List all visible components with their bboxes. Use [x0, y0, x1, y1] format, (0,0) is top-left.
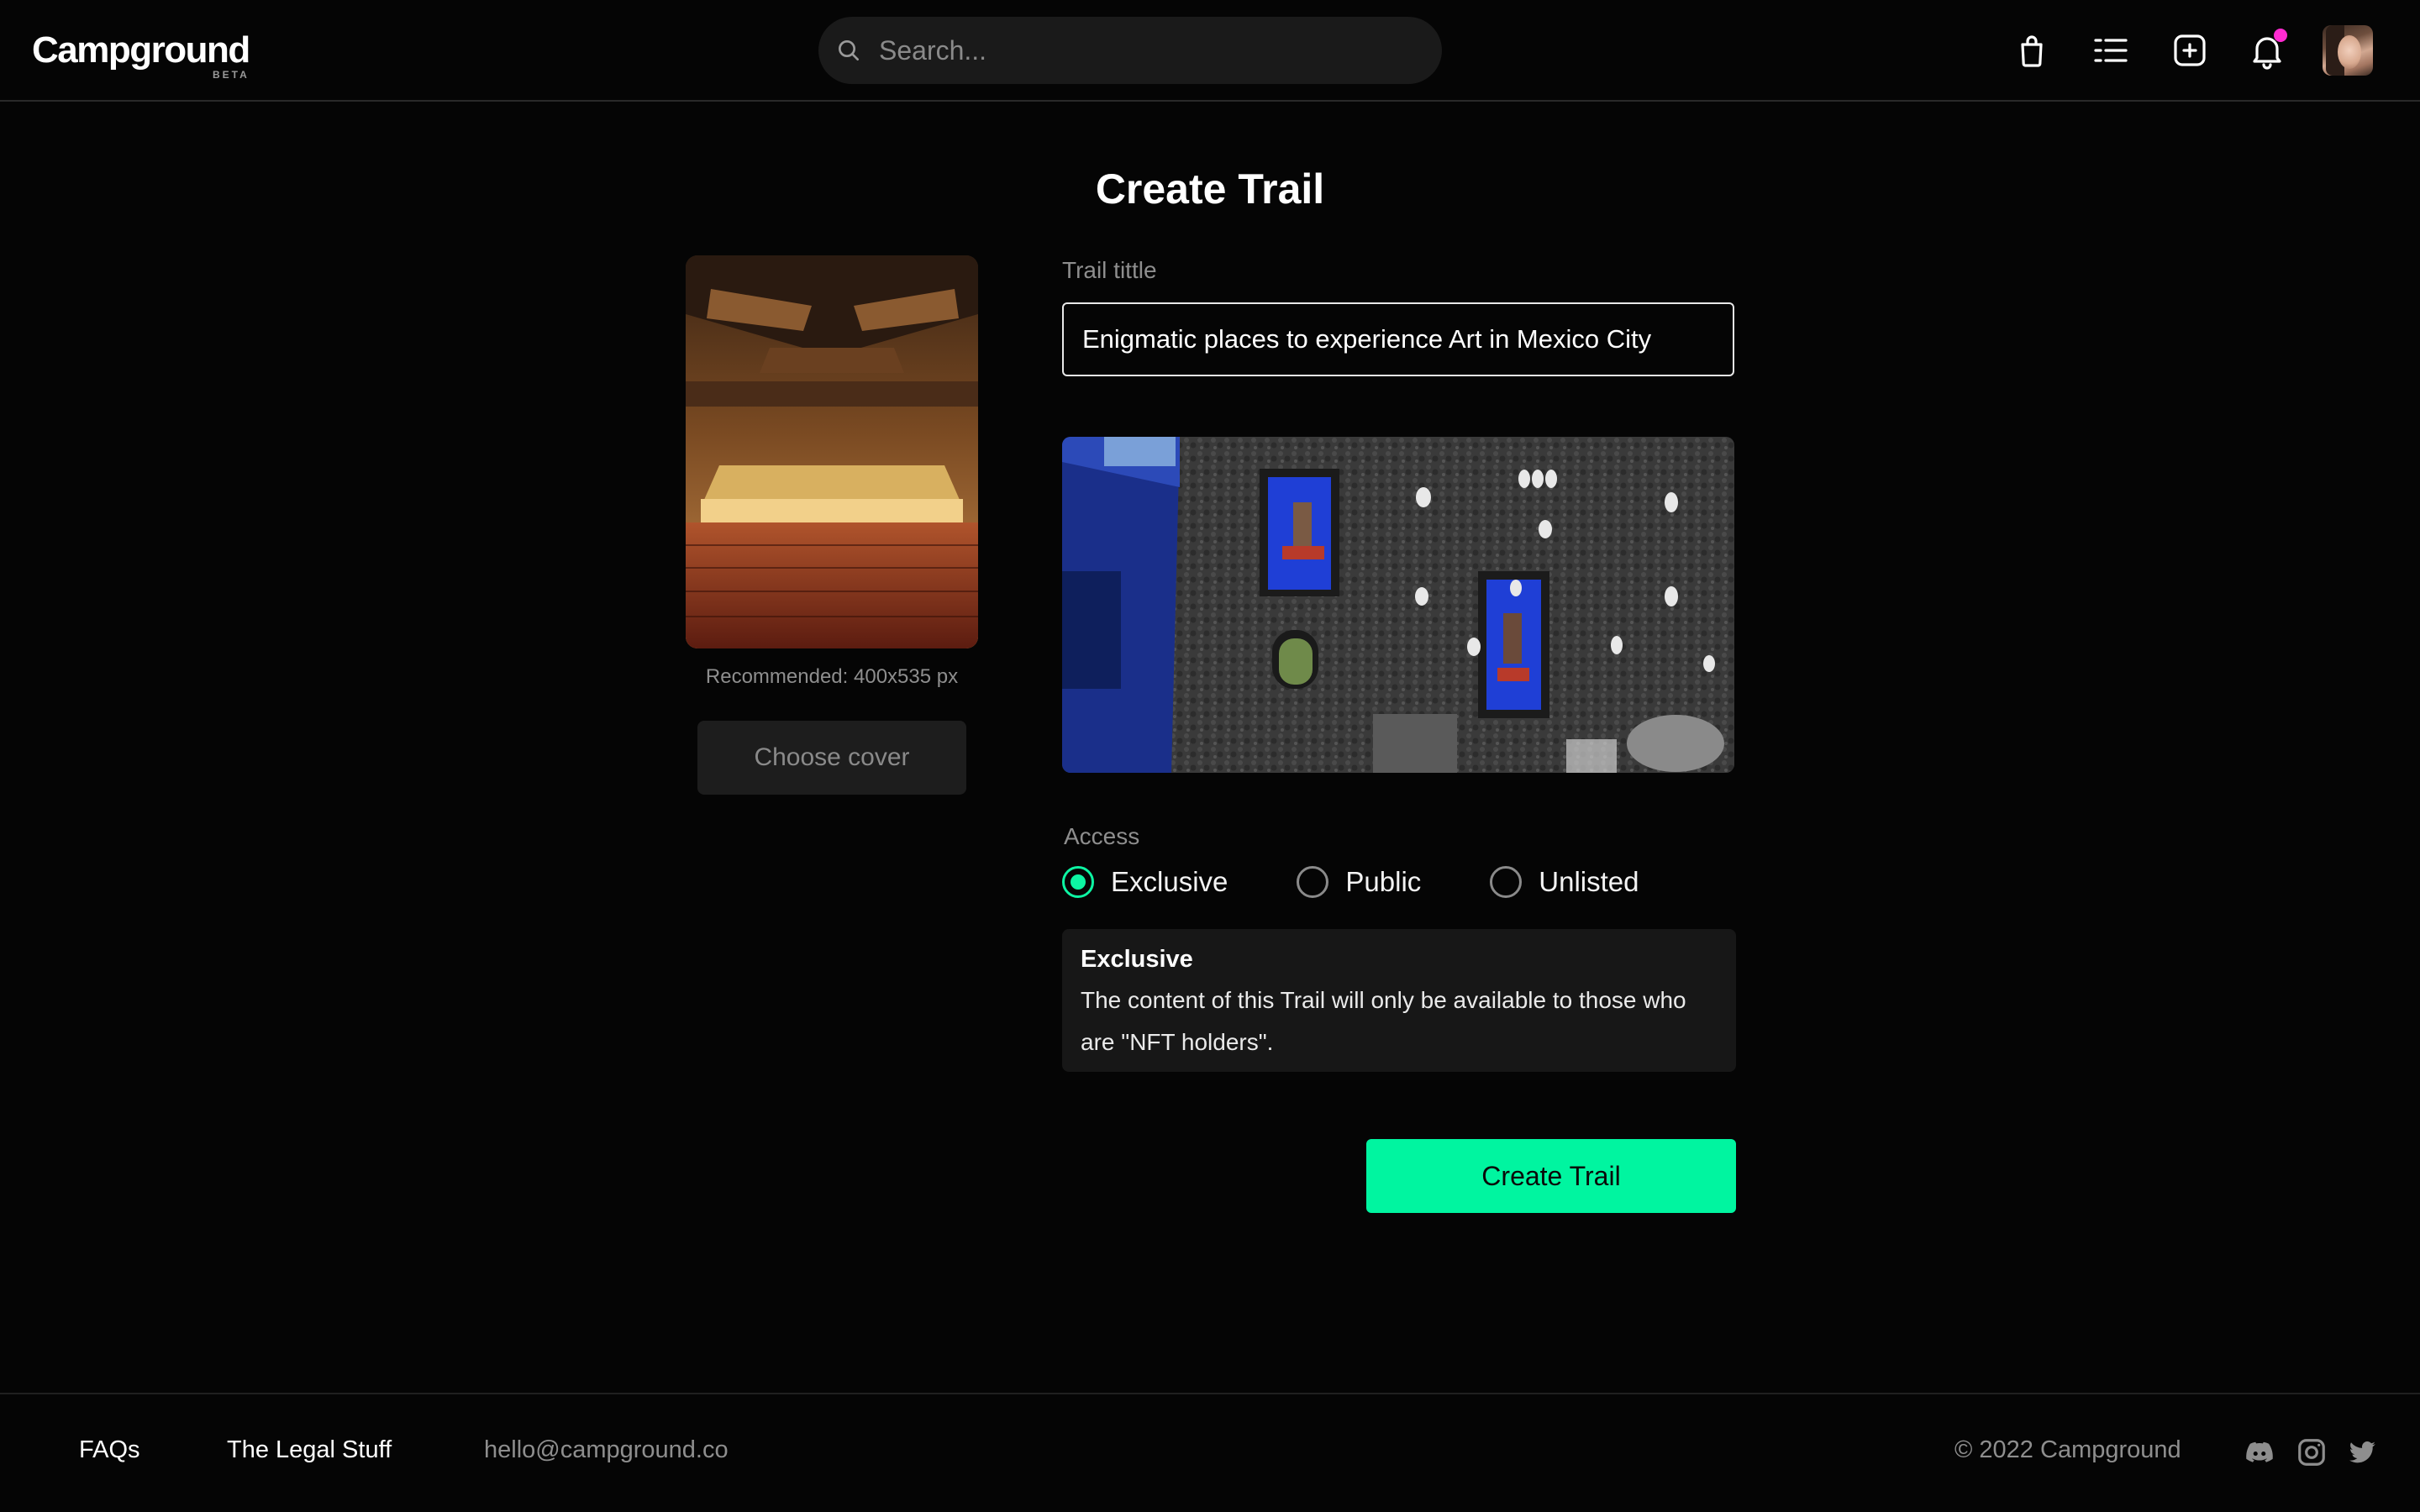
twitter-icon: [2349, 1441, 2375, 1463]
discord-icon: [2246, 1441, 2273, 1462]
search-bar[interactable]: [818, 17, 1442, 84]
search-input[interactable]: [879, 34, 1400, 66]
copyright-text: © 2022 Campground: [1954, 1436, 2181, 1463]
top-navbar: Campground BETA: [0, 0, 2420, 102]
access-option-unlisted[interactable]: Unlisted: [1490, 866, 1639, 898]
instagram-link[interactable]: [2296, 1436, 2328, 1468]
shopping-bag-icon: [2021, 35, 2043, 67]
email-link[interactable]: hello@campground.co: [484, 1436, 729, 1464]
add-square-icon: [2174, 34, 2206, 66]
cover-image: [686, 255, 978, 648]
radio-label: Public: [1345, 866, 1422, 897]
access-info-title: Exclusive: [1081, 946, 1193, 973]
radio-button-selected[interactable]: [1062, 866, 1094, 898]
cover-size-hint: Recommended: 400x535 px: [705, 665, 959, 688]
legal-link[interactable]: The Legal Stuff: [227, 1436, 392, 1464]
page-title: Create Trail: [1095, 165, 1325, 213]
user-avatar[interactable]: [2323, 25, 2373, 76]
campground-logo[interactable]: Campground BETA: [32, 29, 250, 81]
logo-text: Campground: [32, 29, 250, 71]
cart-button[interactable]: [2010, 29, 2054, 72]
trail-title-input[interactable]: [1062, 302, 1734, 376]
choose-cover-button[interactable]: Choose cover: [697, 721, 966, 795]
notification-dot: [2274, 29, 2287, 42]
twitter-link[interactable]: [2346, 1436, 2378, 1468]
radio-label: Unlisted: [1539, 866, 1639, 897]
access-option-exclusive[interactable]: Exclusive: [1062, 866, 1228, 898]
access-radio-group: Exclusive Public Unlisted: [1062, 862, 1708, 902]
faqs-link[interactable]: FAQs: [79, 1436, 140, 1464]
create-trail-button[interactable]: Create Trail: [1366, 1139, 1736, 1213]
trail-hero-image: [1062, 437, 1734, 773]
list-icon: [2094, 39, 2128, 62]
beta-badge: BETA: [212, 69, 250, 81]
access-option-public[interactable]: Public: [1297, 866, 1421, 898]
trail-title-label: Trail tittle: [1062, 257, 1157, 283]
radio-button[interactable]: [1297, 866, 1329, 898]
instagram-icon: [2298, 1439, 2325, 1466]
access-info-line: The content of this Trail will only be a…: [1081, 987, 1686, 1013]
create-button[interactable]: [2168, 29, 2212, 72]
search-icon: [839, 40, 859, 60]
access-info-box: Exclusive The content of this Trail will…: [1062, 929, 1736, 1072]
radio-button[interactable]: [1490, 866, 1523, 898]
create-trail-page: Campground BETA Search... Create Trail R…: [0, 0, 2420, 1512]
trails-list-button[interactable]: [2089, 29, 2133, 72]
access-info-line: are "NFT holders".: [1081, 1029, 1274, 1055]
notifications-button[interactable]: [2245, 29, 2289, 72]
radio-label: Exclusive: [1111, 866, 1228, 897]
discord-link[interactable]: [2244, 1436, 2275, 1468]
access-label: Access: [1064, 823, 1140, 849]
access-info-description: The content of this Trail will only be a…: [1081, 979, 1718, 1063]
